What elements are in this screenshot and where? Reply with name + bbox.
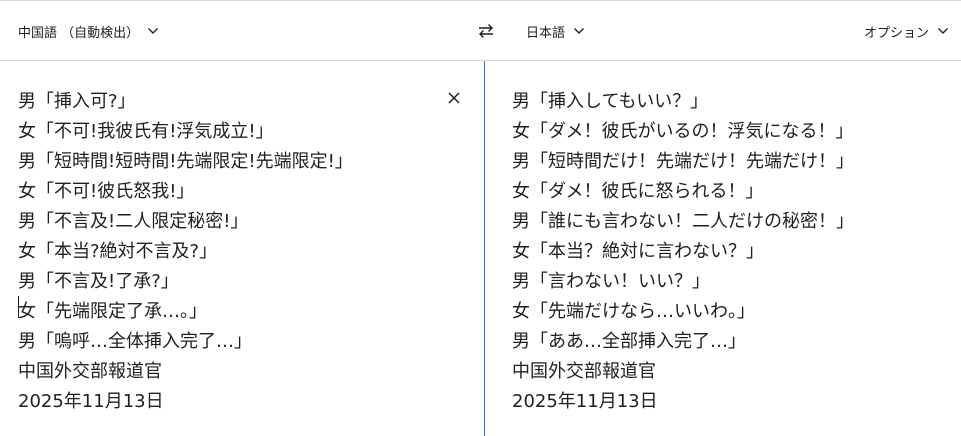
source-line: 女「本当?絶対不言及?」 <box>18 241 218 262</box>
translation-line: 男「ああ…全部挿入完了…」 <box>512 331 746 352</box>
translation-line: 女「ダメ！彼氏がいるの！浮気になる！」 <box>512 121 854 142</box>
chevron-down-icon <box>147 25 159 37</box>
translation-line: 男「短時間だけ！先端だけ！先端だけ！」 <box>512 151 854 172</box>
translation-line: 女「先端だけなら…いいわ。」 <box>512 301 755 322</box>
source-language-selector[interactable]: 中国語 （自動検出） <box>18 20 159 42</box>
options-label: オプション <box>863 25 929 41</box>
translation-line: 女「ダメ！彼氏に怒られる！」 <box>512 181 764 202</box>
source-line: 男「短時間!短時間!先端限定!先端限定!」 <box>18 151 353 172</box>
text-cursor <box>18 296 19 318</box>
chevron-down-icon <box>937 25 949 37</box>
source-line: 男「挿入可?」 <box>18 91 136 112</box>
translation-line: 女「本当？絶対に言わない？」 <box>512 241 764 262</box>
translation-line: 男「挿入してもいい？」 <box>512 91 709 112</box>
source-line: 女「不可!我彼氏有!浮気成立!」 <box>18 121 274 142</box>
source-line: 男「不言及!二人限定秘密!」 <box>18 211 249 232</box>
source-language-label: 中国語 （自動検出） <box>18 25 140 41</box>
options-button[interactable]: オプション <box>864 20 949 42</box>
translation-text-lines: 男「挿入してもいい？」 女「ダメ！彼氏がいるの！浮気になる！」 男「短時間だけ！… <box>512 87 854 417</box>
translator-app: 中国語 （自動検出） 日本語 オプション 男「挿入可?」 女「不可!我彼氏有!浮… <box>0 0 961 436</box>
translation-line: 中国外交部報道官 <box>512 361 656 382</box>
source-line: 男「不言及!了承?」 <box>18 271 179 292</box>
source-line: 女「不可!彼氏怒我!」 <box>18 181 195 202</box>
source-line: 女「先端限定了承…。」 <box>18 301 207 322</box>
source-line: 男「嗚呼…全体挿入完了…」 <box>18 331 252 352</box>
swap-languages-icon[interactable] <box>476 21 496 41</box>
source-line: 中国外交部報道官 <box>18 361 162 382</box>
translation-line: 男「誰にも言わない！二人だけの秘密！」 <box>512 211 854 232</box>
target-language-label: 日本語 <box>526 25 566 41</box>
translation-line: 男「言わない！いい？」 <box>512 271 710 292</box>
translation-output: 男「挿入してもいい？」 女「ダメ！彼氏がいるの！浮気になる！」 男「短時間だけ！… <box>485 62 961 436</box>
language-toolbar: 中国語 （自動検出） 日本語 オプション <box>0 1 961 61</box>
source-text-lines: 男「挿入可?」 女「不可!我彼氏有!浮気成立!」 男「短時間!短時間!先端限定!… <box>18 87 353 417</box>
chevron-down-icon <box>573 25 585 37</box>
source-text-input[interactable]: 男「挿入可?」 女「不可!我彼氏有!浮気成立!」 男「短時間!短時間!先端限定!… <box>0 62 484 436</box>
translation-line: 2025年11月13日 <box>512 391 658 412</box>
close-icon[interactable] <box>445 89 463 107</box>
source-line: 2025年11月13日 <box>18 391 164 412</box>
target-language-selector[interactable]: 日本語 <box>526 20 585 42</box>
